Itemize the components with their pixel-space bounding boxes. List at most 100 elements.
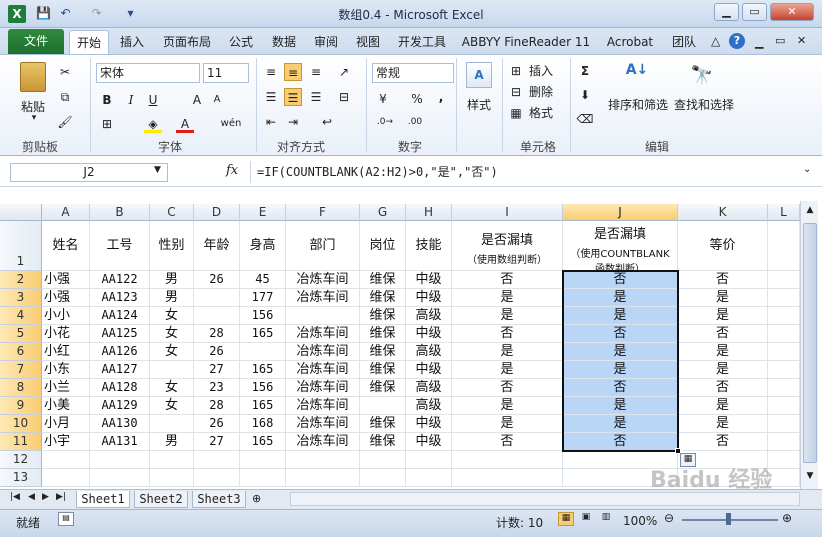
empty-cell[interactable] <box>194 469 240 487</box>
data-cell[interactable]: 维保 <box>360 325 406 343</box>
align-left-icon[interactable]: ☰ <box>262 88 280 106</box>
data-cell[interactable]: 27 <box>194 433 240 451</box>
data-cell[interactable]: 女 <box>150 343 194 361</box>
header-cell-j[interactable]: 是否漏填 （使用COUNTBLANK 函数判断） <box>563 221 678 271</box>
empty-cell[interactable] <box>150 451 194 469</box>
data-cell[interactable]: 否 <box>563 271 678 289</box>
data-cell[interactable] <box>768 289 800 307</box>
data-cell[interactable]: 维保 <box>360 307 406 325</box>
data-cell[interactable]: 26 <box>194 271 240 289</box>
data-cell[interactable]: 是 <box>678 361 768 379</box>
workbook-minimize-button[interactable]: ▁ <box>755 36 763 49</box>
data-cell[interactable]: 是 <box>563 289 678 307</box>
data-cell[interactable]: 177 <box>240 289 286 307</box>
data-cell[interactable]: AA128 <box>90 379 150 397</box>
data-cell[interactable]: 冶炼车间 <box>286 271 360 289</box>
data-cell[interactable]: AA125 <box>90 325 150 343</box>
data-cell[interactable]: AA126 <box>90 343 150 361</box>
paste-icon[interactable] <box>20 62 46 92</box>
data-cell[interactable]: 小强 <box>42 271 90 289</box>
empty-cell[interactable] <box>768 469 800 487</box>
close-button[interactable]: ✕ <box>770 3 814 21</box>
data-cell[interactable]: 冶炼车间 <box>286 433 360 451</box>
workbook-restore-button[interactable]: ▭ <box>775 34 785 47</box>
data-cell[interactable] <box>768 379 800 397</box>
data-cell[interactable]: AA123 <box>90 289 150 307</box>
data-cell[interactable]: 冶炼车间 <box>286 343 360 361</box>
increase-indent-icon[interactable]: ⇥ <box>284 113 302 131</box>
data-cell[interactable]: 156 <box>240 379 286 397</box>
tab-abbyy[interactable]: ABBYY FineReader 11 <box>458 30 594 54</box>
data-cell[interactable]: 23 <box>194 379 240 397</box>
empty-cell[interactable] <box>240 469 286 487</box>
insert-function-icon[interactable]: fx <box>226 163 238 178</box>
header-cell-b[interactable]: 工号 <box>90 221 150 271</box>
percent-button[interactable]: % <box>408 90 426 108</box>
paste-dropdown-icon[interactable]: ▾ <box>24 113 44 123</box>
row-header-12[interactable]: 12 <box>0 451 42 469</box>
align-center-icon[interactable]: ☰ <box>284 88 302 106</box>
fill-color-icon[interactable]: ◈ <box>144 115 162 133</box>
data-cell[interactable]: 45 <box>240 271 286 289</box>
row-header-11[interactable]: 11 <box>0 433 42 451</box>
data-cell[interactable]: AA129 <box>90 397 150 415</box>
styles-icon[interactable]: A <box>466 62 492 88</box>
data-cell[interactable] <box>194 307 240 325</box>
number-format-combo[interactable]: 常规 <box>372 63 454 83</box>
data-cell[interactable] <box>286 307 360 325</box>
header-cell-h[interactable]: 技能 <box>406 221 452 271</box>
formula-bar-expand-icon[interactable]: ⌄ <box>803 164 811 175</box>
sheet-tab-sheet3[interactable]: Sheet3 <box>192 491 246 508</box>
tab-home[interactable]: 开始 <box>69 30 109 54</box>
bold-button[interactable]: B <box>98 91 116 109</box>
empty-cell[interactable] <box>360 469 406 487</box>
data-cell[interactable]: 是 <box>452 361 563 379</box>
underline-button[interactable]: U <box>144 91 162 109</box>
data-cell[interactable]: AA124 <box>90 307 150 325</box>
sheet-tab-sheet2[interactable]: Sheet2 <box>134 491 188 508</box>
row-header-9[interactable]: 9 <box>0 397 42 415</box>
data-cell[interactable]: 冶炼车间 <box>286 325 360 343</box>
data-cell[interactable]: 维保 <box>360 433 406 451</box>
empty-cell[interactable] <box>360 451 406 469</box>
data-cell[interactable] <box>768 325 800 343</box>
header-cell-l[interactable] <box>768 221 800 271</box>
data-cell[interactable]: 是 <box>678 415 768 433</box>
delete-cells-button[interactable]: 删除 <box>526 83 556 100</box>
name-box[interactable]: J2 <box>10 163 168 182</box>
header-cell-e[interactable]: 身高 <box>240 221 286 271</box>
empty-cell[interactable] <box>240 451 286 469</box>
select-all-corner[interactable] <box>0 204 42 221</box>
worksheet-grid[interactable]: A B C D E F G H I J K L 1 2 3 4 5 6 7 8 9 10 11 12 13 姓名 工号 性别 年龄 身高部… <box>0 201 800 489</box>
sheet-nav-next-icon[interactable]: ▶ <box>42 492 49 502</box>
empty-cell[interactable] <box>42 451 90 469</box>
grow-font-icon[interactable]: A <box>188 91 206 109</box>
help-icon[interactable]: ? <box>729 33 745 49</box>
tab-data[interactable]: 数据 <box>264 30 304 54</box>
data-cell[interactable]: AA131 <box>90 433 150 451</box>
data-cell[interactable]: 冶炼车间 <box>286 379 360 397</box>
tab-formulas[interactable]: 公式 <box>222 30 260 54</box>
font-color-icon[interactable]: A <box>176 115 194 133</box>
data-cell[interactable]: 维保 <box>360 289 406 307</box>
data-cell[interactable]: 女 <box>150 325 194 343</box>
tab-page-layout[interactable]: 页面布局 <box>156 30 218 54</box>
data-cell[interactable]: 维保 <box>360 343 406 361</box>
data-cell[interactable]: AA130 <box>90 415 150 433</box>
zoom-out-icon[interactable]: ⊖ <box>664 511 674 525</box>
find-select-icon[interactable]: 🔭 <box>690 64 714 88</box>
data-cell[interactable]: 156 <box>240 307 286 325</box>
column-header-k[interactable]: K <box>678 204 768 221</box>
data-cell[interactable] <box>768 361 800 379</box>
currency-icon[interactable]: ¥ <box>374 90 392 108</box>
data-cell[interactable]: 是 <box>563 361 678 379</box>
row-header-5[interactable]: 5 <box>0 325 42 343</box>
tab-team[interactable]: 团队 <box>664 30 704 54</box>
empty-cell[interactable] <box>42 469 90 487</box>
header-cell-f[interactable]: 部门 <box>286 221 360 271</box>
empty-cell[interactable] <box>286 451 360 469</box>
empty-cell[interactable] <box>452 451 563 469</box>
row-header-6[interactable]: 6 <box>0 343 42 361</box>
data-cell[interactable]: 小美 <box>42 397 90 415</box>
wrap-text-icon[interactable]: ↩ <box>318 113 336 131</box>
